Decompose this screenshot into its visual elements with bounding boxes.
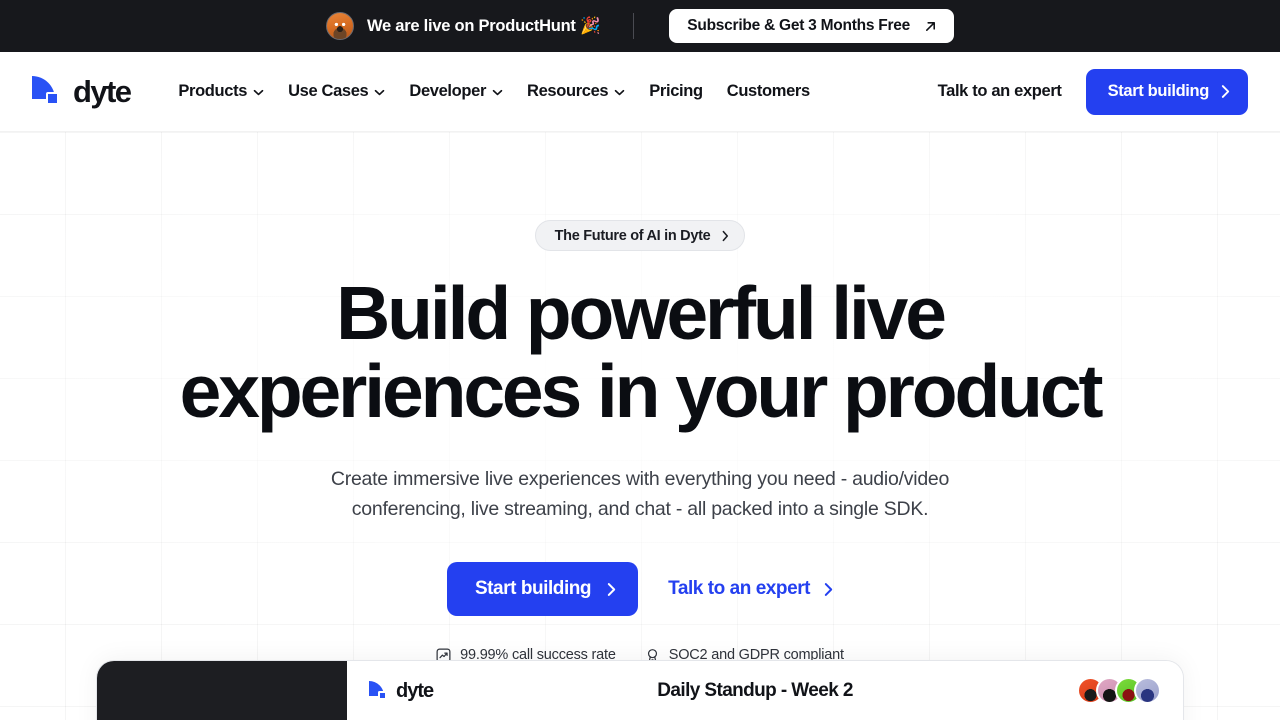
dyte-logo-text: dyte [73,74,132,109]
nav-item-developer-label: Developer [409,82,487,100]
hero-subtitle: Create immersive live experiences with e… [330,468,950,520]
nav-item-customers-label: Customers [726,82,810,100]
product-preview-card[interactable]: dyte Daily Standup - Week 2 [96,660,1184,720]
hero-cta-group: Start building Talk to an expert [446,562,833,616]
product-preview-sidebar [97,661,347,720]
hero-content: The Future of AI in Dyte Build powerful … [0,132,1280,663]
product-preview-topbar: dyte Daily Standup - Week 2 [369,677,1161,704]
chevron-right-icon [607,582,616,597]
nav-item-products[interactable]: Products [178,82,264,101]
start-building-button-hero[interactable]: Start building [446,562,639,616]
meeting-title: Daily Standup - Week 2 [657,679,853,701]
participant-avatars[interactable] [1077,677,1161,704]
product-preview: dyte Daily Standup - Week 2 [96,660,1184,720]
nav-links: Products Use Cases Developer Resources P… [178,82,810,101]
subscribe-button[interactable]: Subscribe & Get 3 Months Free [669,9,954,43]
product-preview-logo-text: dyte [396,679,434,702]
chevron-down-icon [374,87,385,96]
nav-item-resources[interactable]: Resources [527,82,625,101]
talk-to-expert-link[interactable]: Talk to an expert [938,82,1062,101]
hero-announcement-pill[interactable]: The Future of AI in Dyte [534,220,746,251]
start-building-button-hero-label: Start building [474,578,592,599]
nav-item-resources-label: Resources [527,82,609,100]
nav-item-products-label: Products [178,82,248,100]
announcement-message-group: We are live on ProductHunt 🎉 [326,12,601,40]
nav-item-use-cases-label: Use Cases [288,82,369,100]
talk-to-expert-button-hero[interactable]: Talk to an expert [668,578,833,600]
announcement-text: We are live on ProductHunt 🎉 [367,16,601,35]
nav-item-customers[interactable]: Customers [727,82,810,101]
nav-item-pricing-label: Pricing [649,82,703,100]
start-building-button-nav[interactable]: Start building [1085,68,1248,115]
product-preview-main: dyte Daily Standup - Week 2 [347,661,1183,720]
chevron-right-icon [722,230,729,242]
hero-announcement-pill-label: The Future of AI in Dyte [554,227,711,244]
chevron-right-icon [1221,84,1230,99]
nav-actions: Talk to an expert Start building [938,68,1248,115]
chevron-down-icon [492,87,503,96]
dyte-logo[interactable]: dyte [32,74,132,109]
nav-item-pricing[interactable]: Pricing [649,82,703,101]
nav-item-use-cases[interactable]: Use Cases [288,82,385,101]
page-title: Build powerful live experiences in your … [179,271,1104,433]
chevron-down-icon [614,87,625,96]
start-building-button-nav-label: Start building [1107,82,1210,100]
dyte-logo-mark-icon [32,75,66,109]
product-preview-logo: dyte [369,679,434,702]
chevron-down-icon [253,87,264,96]
hero-section: The Future of AI in Dyte Build powerful … [0,132,1280,720]
nav-item-developer[interactable]: Developer [409,82,503,101]
talk-to-expert-button-hero-label: Talk to an expert [668,578,811,599]
cat-avatar [326,12,354,40]
announcement-banner: We are live on ProductHunt 🎉 Subscribe &… [0,0,1280,52]
avatar [1134,677,1161,704]
main-navbar: dyte Products Use Cases Developer Resour… [0,52,1280,132]
arrow-up-right-icon [924,20,937,33]
announcement-banner-inner: We are live on ProductHunt 🎉 Subscribe &… [326,9,954,43]
dyte-logo-mark-icon [369,680,391,702]
subscribe-button-label: Subscribe & Get 3 Months Free [687,17,910,34]
banner-divider [633,13,635,39]
chevron-right-icon [824,582,833,597]
